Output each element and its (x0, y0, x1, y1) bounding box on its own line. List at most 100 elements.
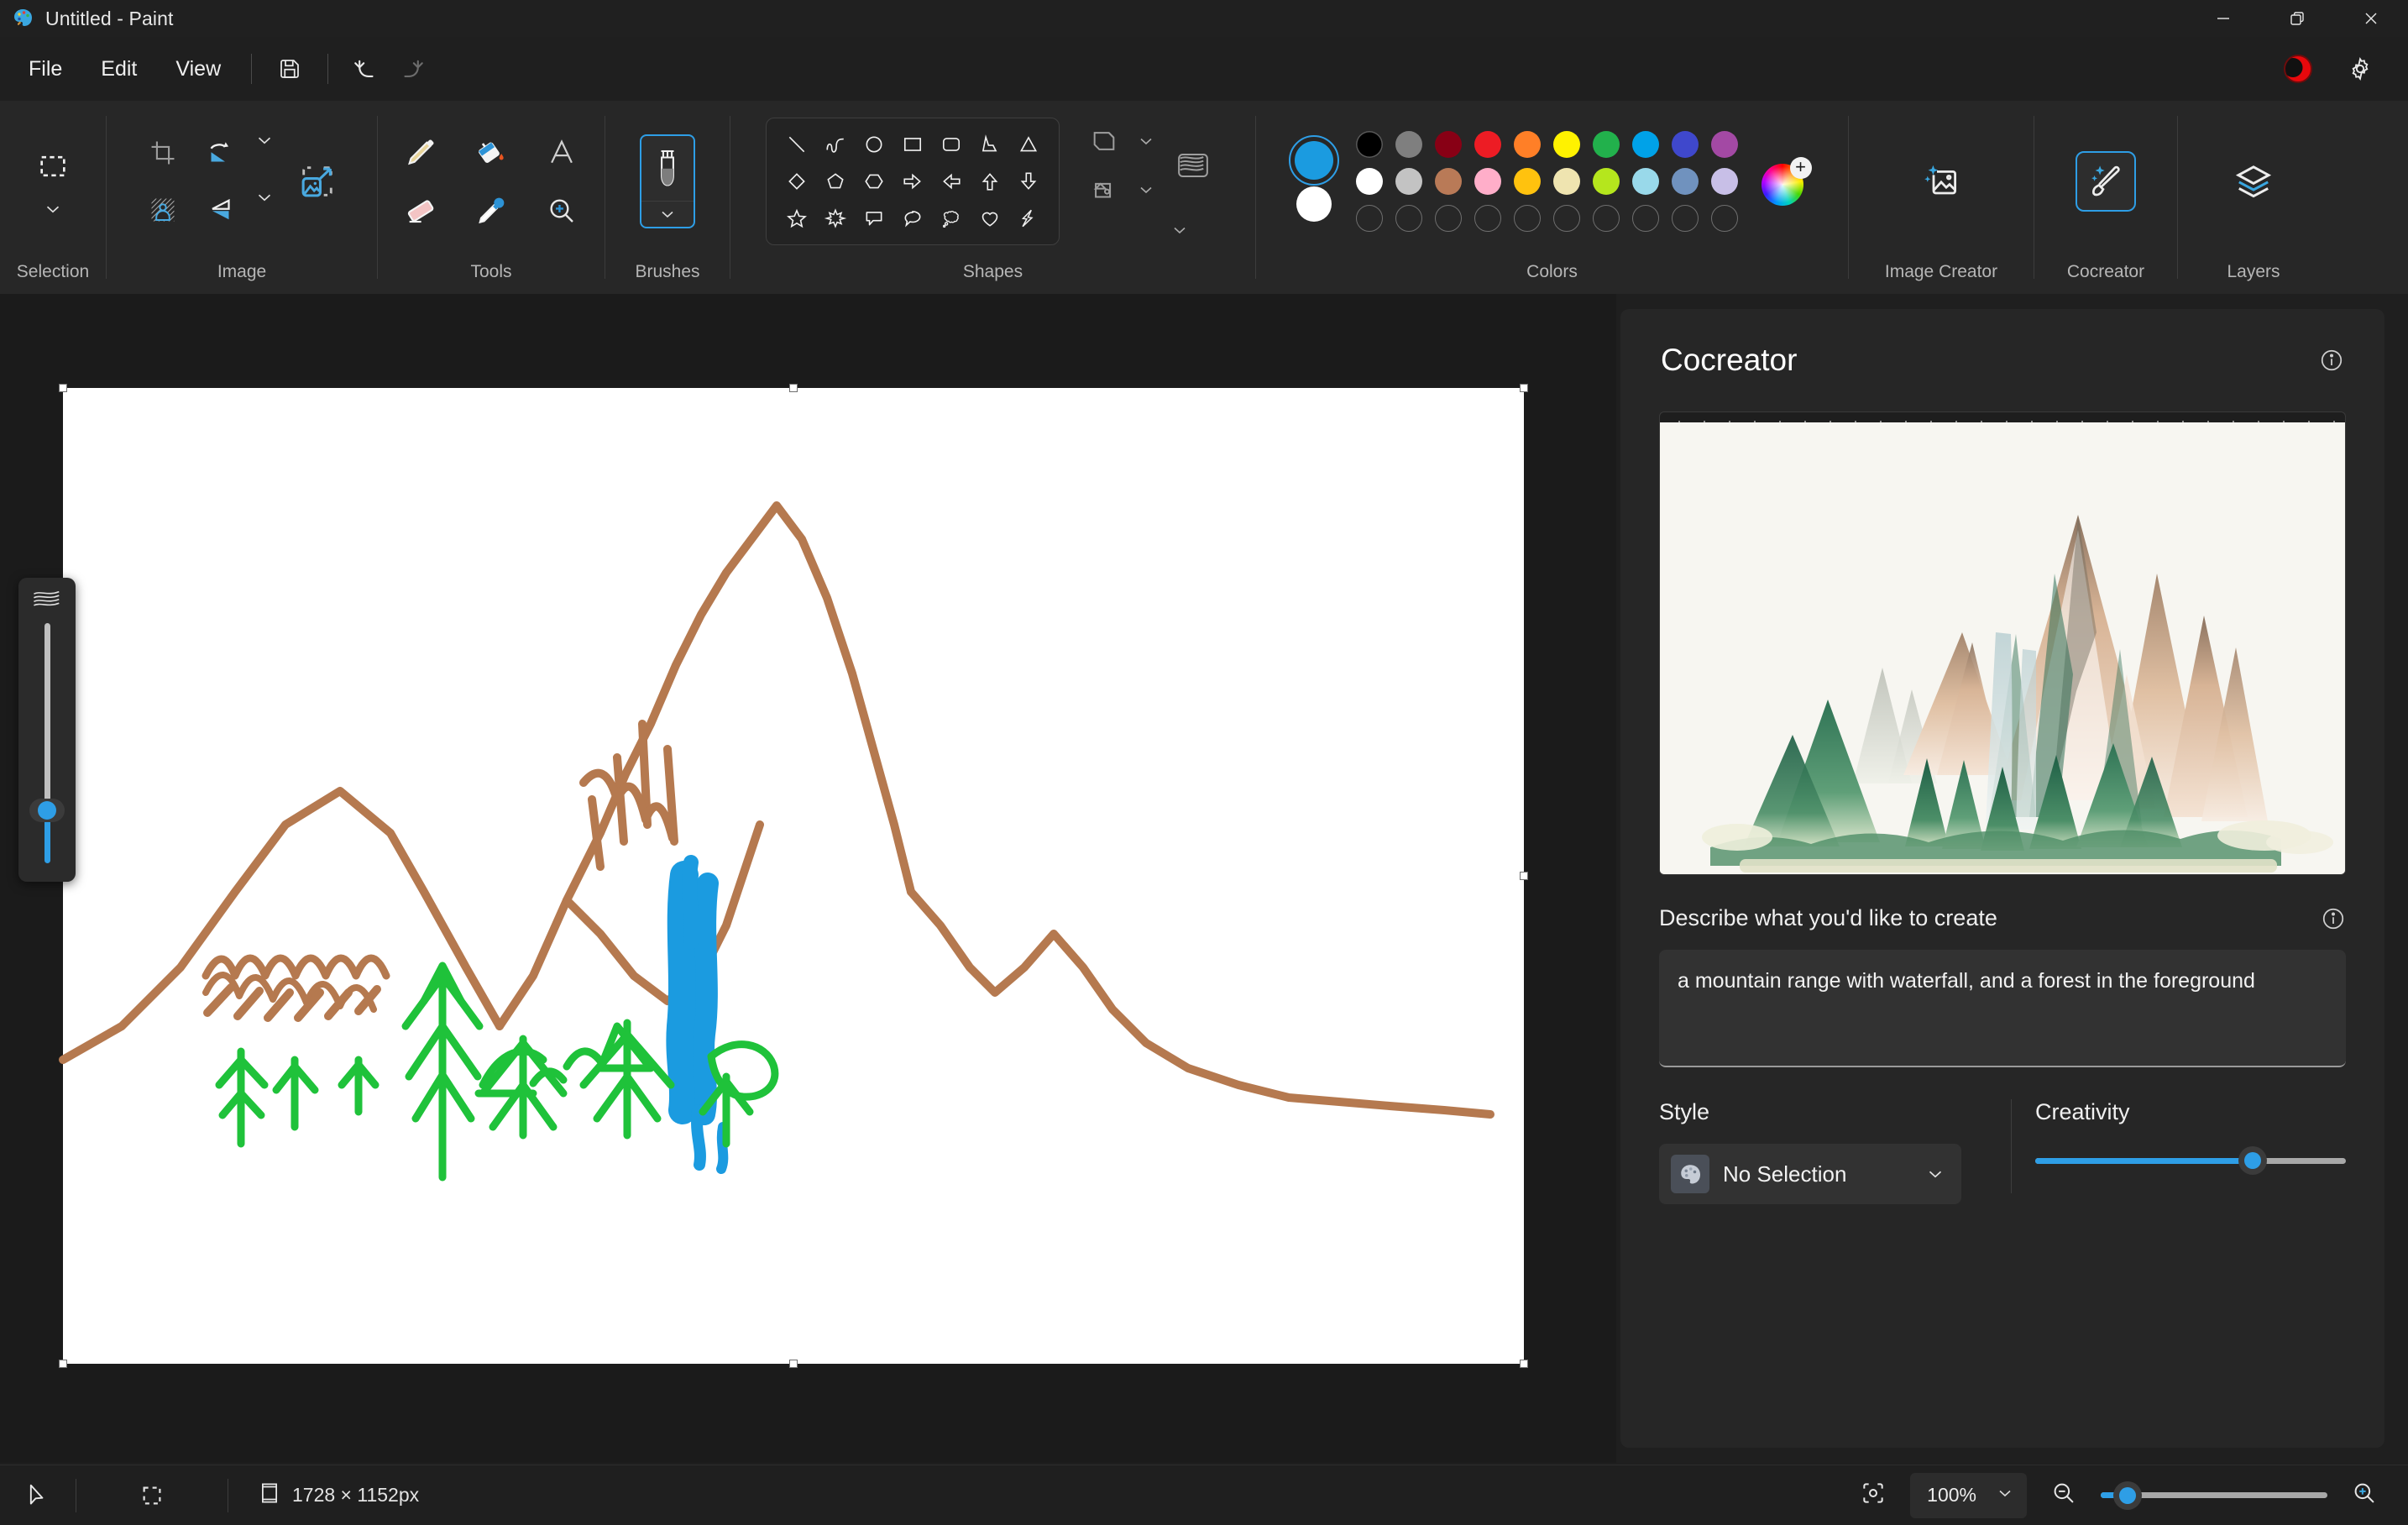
heart-shape[interactable] (971, 201, 1008, 236)
color-swatch-cell[interactable] (1626, 163, 1666, 200)
six-point-star-shape[interactable] (817, 201, 854, 236)
minimize-button[interactable] (2186, 0, 2260, 37)
prompt-input[interactable]: a mountain range with waterfall, and a f… (1659, 950, 2346, 1067)
color-palette[interactable] (1350, 126, 1745, 237)
color-swatch-row1-5[interactable] (1553, 131, 1580, 158)
color-swatch-cell[interactable] (1626, 126, 1666, 163)
oval-shape[interactable] (856, 127, 893, 162)
zoom-chevron-down-icon[interactable] (1995, 1483, 2015, 1508)
flip-chevron-down-icon[interactable] (250, 183, 279, 212)
color-swatch-row2-0[interactable] (1356, 168, 1383, 195)
flip-icon[interactable] (193, 183, 247, 237)
color-swatch-cell[interactable] (1350, 200, 1390, 237)
color-swatch-row3-4[interactable] (1514, 205, 1541, 232)
rotate-chevron-down-icon[interactable] (250, 126, 279, 155)
chevron-down-icon[interactable] (39, 195, 67, 223)
shapes-gallery[interactable] (766, 118, 1060, 245)
color-swatch-row3-6[interactable] (1593, 205, 1620, 232)
remove-background-icon[interactable] (136, 183, 190, 237)
color-swatch-row2-4[interactable] (1514, 168, 1541, 195)
resize-handle-mr[interactable] (1520, 872, 1528, 880)
color-swatch-cell[interactable] (1390, 126, 1429, 163)
color-swatch-row3-7[interactable] (1632, 205, 1659, 232)
color-swatch-row1-0[interactable] (1356, 131, 1383, 158)
up-arrow-shape[interactable] (971, 164, 1008, 199)
account-avatar[interactable] (2284, 55, 2312, 83)
brush-texture-icon[interactable] (1165, 138, 1221, 193)
fit-to-window-icon[interactable] (1860, 1480, 1887, 1511)
fill-bucket-icon[interactable] (461, 125, 521, 179)
cocreator-info-icon[interactable] (2319, 348, 2344, 373)
creativity-slider[interactable] (2035, 1144, 2346, 1177)
zoom-in-button[interactable] (2351, 1480, 2378, 1511)
color-swatch-row2-9[interactable] (1711, 168, 1738, 195)
down-arrow-shape[interactable] (1010, 164, 1047, 199)
color-swatch-row1-9[interactable] (1711, 131, 1738, 158)
layers-button[interactable] (2223, 151, 2284, 212)
color-swatch-cell[interactable] (1429, 163, 1468, 200)
style-dropdown[interactable]: No Selection (1659, 1144, 1961, 1204)
color-swatch-cell[interactable] (1547, 200, 1587, 237)
line-shape[interactable] (778, 127, 815, 162)
image-creator-button[interactable] (1911, 151, 1971, 212)
color-swatch-row2-7[interactable] (1632, 168, 1659, 195)
color-swatch-row1-1[interactable] (1395, 131, 1422, 158)
fill-icon[interactable] (1081, 167, 1127, 212)
prompt-info-icon[interactable] (2321, 906, 2346, 931)
eraser-icon[interactable] (390, 184, 451, 238)
cocreator-button[interactable] (2076, 151, 2136, 212)
color-swatch-row3-2[interactable] (1435, 205, 1462, 232)
color-swatch-cell[interactable] (1547, 126, 1587, 163)
color-swatch-cell[interactable] (1587, 163, 1626, 200)
color-swatch-cell[interactable] (1705, 163, 1745, 200)
zoom-out-button[interactable] (2050, 1480, 2077, 1511)
color-swatch-row3-3[interactable] (1474, 205, 1501, 232)
color-swatch-cell[interactable] (1468, 126, 1508, 163)
secondary-color-swatch[interactable] (1296, 186, 1332, 222)
color-swatch-cell[interactable] (1705, 200, 1745, 237)
color-swatch-row2-3[interactable] (1474, 168, 1501, 195)
style-chevron-down-icon[interactable] (1921, 1160, 1950, 1188)
rotate-icon[interactable] (193, 126, 247, 180)
right-triangle-shape[interactable] (971, 127, 1008, 162)
color-swatch-cell[interactable] (1508, 200, 1547, 237)
right-arrow-shape[interactable] (894, 164, 931, 199)
resize-handle-tl[interactable] (59, 384, 67, 392)
color-swatch-cell[interactable] (1468, 200, 1508, 237)
left-arrow-shape[interactable] (933, 164, 970, 199)
color-swatch-cell[interactable] (1429, 200, 1468, 237)
resize-handle-tr[interactable] (1520, 384, 1528, 392)
restore-button[interactable] (2260, 0, 2334, 37)
color-swatch-cell[interactable] (1350, 126, 1390, 163)
color-swatch-cell[interactable] (1508, 126, 1547, 163)
four-point-star-shape[interactable] (778, 201, 815, 236)
brush-size-slider-track[interactable] (44, 623, 50, 863)
texture-chevron-down-icon[interactable] (1165, 216, 1194, 244)
rectangular-callout-shape[interactable] (856, 201, 893, 236)
color-swatch-row3-1[interactable] (1395, 205, 1422, 232)
color-swatch-row1-2[interactable] (1435, 131, 1462, 158)
color-swatch-row3-9[interactable] (1711, 205, 1738, 232)
selection-tool-button[interactable] (26, 139, 80, 223)
color-swatch-row1-7[interactable] (1632, 131, 1659, 158)
gear-icon[interactable] (2337, 46, 2383, 92)
drawing-canvas[interactable] (63, 388, 1524, 1364)
pencil-icon[interactable] (390, 125, 451, 179)
brushes-button[interactable] (640, 134, 695, 228)
color-swatch-row3-0[interactable] (1356, 205, 1383, 232)
undo-button[interactable] (343, 46, 389, 92)
magnifier-icon[interactable] (531, 184, 592, 238)
color-swatch-cell[interactable] (1508, 163, 1547, 200)
rectangle-shape[interactable] (894, 127, 931, 162)
save-button[interactable] (267, 46, 312, 92)
brushes-chevron-down-icon[interactable] (653, 202, 682, 227)
color-swatch-cell[interactable] (1705, 126, 1745, 163)
cloud-callout-shape[interactable] (933, 201, 970, 236)
color-swatch-cell[interactable] (1666, 126, 1705, 163)
color-swatch-cell[interactable] (1468, 163, 1508, 200)
brush-size-flyout[interactable] (18, 578, 76, 882)
oval-callout-shape[interactable] (894, 201, 931, 236)
diamond-shape[interactable] (778, 164, 815, 199)
color-swatch-row2-1[interactable] (1395, 168, 1422, 195)
menu-view[interactable]: View (160, 51, 236, 87)
